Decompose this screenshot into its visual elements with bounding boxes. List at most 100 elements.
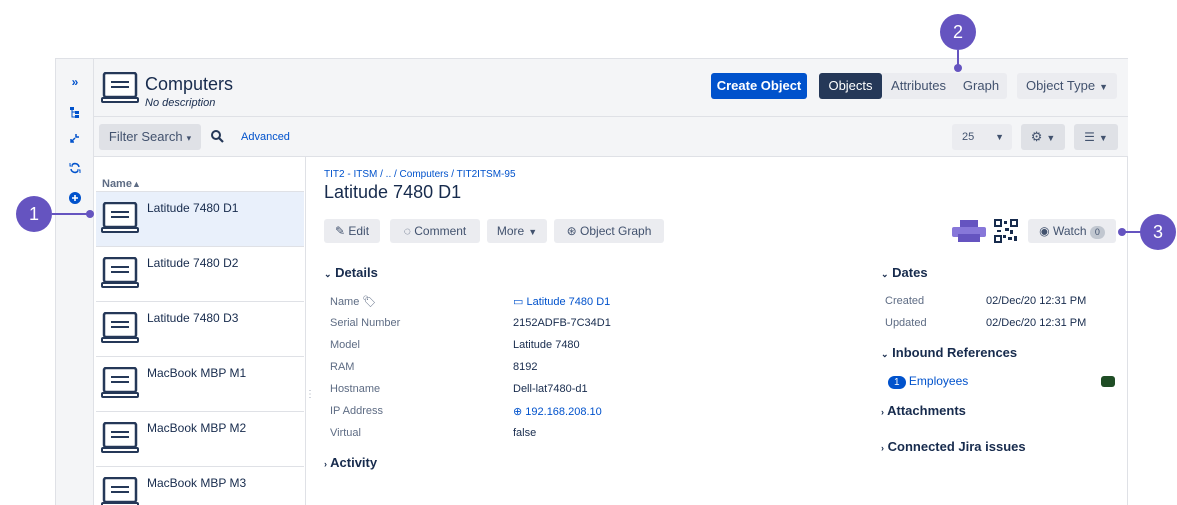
create-object-button[interactable]: Create Object xyxy=(711,73,807,99)
list-header[interactable]: Name▲ xyxy=(102,178,141,190)
edit-button[interactable]: ✎ Edit xyxy=(324,219,380,243)
chevron-down-icon: ▼ xyxy=(1099,82,1109,92)
breadcrumb[interactable]: TIT2 - ITSM / .. / Computers / TIT2ITSM-… xyxy=(324,169,516,180)
watch-button[interactable]: ◉ Watch 0 xyxy=(1028,219,1116,243)
name-label: Name xyxy=(330,296,360,308)
inbound-reference-link[interactable]: 1 Employees xyxy=(888,374,968,389)
columns-icon: ☰ xyxy=(1084,130,1095,144)
watch-count-badge: 0 xyxy=(1089,226,1105,239)
settings-dropdown[interactable]: ⚙ ▼ xyxy=(1021,124,1065,150)
attachments-section-toggle[interactable]: › Attachments xyxy=(881,403,966,418)
advanced-search-link[interactable]: Advanced xyxy=(241,131,290,143)
jira-section-toggle[interactable]: › Connected Jira issues xyxy=(881,439,1026,454)
ip-value: 192.168.208.10 xyxy=(525,406,602,418)
callout-3: 3 xyxy=(1140,214,1176,250)
field-value: Latitude 7480 xyxy=(513,339,580,351)
inbound-section-toggle[interactable]: ⌄ Inbound References xyxy=(881,345,1017,360)
list-item-label: Latitude 7480 D2 xyxy=(147,256,239,270)
inbound-label: Employees xyxy=(908,374,969,388)
search-icon[interactable] xyxy=(211,130,224,143)
callout-2: 2 xyxy=(940,14,976,50)
details-section-toggle[interactable]: ⌄ Details xyxy=(324,265,378,280)
tab-objects[interactable]: Objects xyxy=(819,73,882,99)
object-type-dropdown[interactable]: Object Type ▼ xyxy=(1017,73,1117,99)
screen: 1 2 3 » Computers No description Create … xyxy=(0,0,1177,505)
list-item-label: MacBook MBP M2 xyxy=(147,421,247,435)
name-value: Latitude 7480 D1 xyxy=(526,296,611,308)
gear-icon: ⚙ xyxy=(1030,129,1043,144)
dates-section-toggle[interactable]: ⌄ Dates xyxy=(881,265,928,280)
collapse-icon[interactable] xyxy=(66,131,84,149)
computer-icon xyxy=(101,422,139,453)
refresh-icon[interactable] xyxy=(66,161,84,179)
field-label: Serial Number xyxy=(330,317,401,329)
watch-label: Watch xyxy=(1052,224,1087,238)
expand-icon[interactable]: » xyxy=(66,73,84,91)
add-icon[interactable] xyxy=(66,191,84,209)
printer-icon[interactable] xyxy=(952,220,986,242)
created-label: Created xyxy=(885,295,925,307)
tab-graph[interactable]: Graph xyxy=(955,73,1007,99)
filter-search-dropdown[interactable]: Filter Search ▾ xyxy=(99,124,201,150)
field-value[interactable]: ⊕ 192.168.208.10 xyxy=(513,405,602,418)
page-title: Computers xyxy=(145,74,234,94)
list-item[interactable]: MacBook MBP M2 xyxy=(96,411,304,466)
more-label: More xyxy=(496,224,525,238)
object-graph-button[interactable]: ⊛ Object Graph xyxy=(554,219,664,243)
list-header-label: Name xyxy=(102,178,132,190)
callout-1-pin xyxy=(86,210,94,218)
field-value: 8192 xyxy=(513,361,538,373)
chevron-down-icon: ⌄ xyxy=(881,269,889,279)
left-rail: » xyxy=(56,59,94,505)
field-value: 2152ADFB-7C34D1 xyxy=(513,317,611,329)
list-item-label: MacBook MBP M1 xyxy=(147,366,247,380)
computer-icon xyxy=(101,72,139,103)
list-item[interactable]: MacBook MBP M1 xyxy=(96,356,304,411)
reference-color-swatch xyxy=(1101,376,1115,387)
page-size-value: 25 xyxy=(962,131,975,143)
attachments-heading: Attachments xyxy=(887,403,966,418)
comment-icon: ◌ xyxy=(403,224,411,238)
computer-icon xyxy=(101,257,139,288)
comment-button[interactable]: ◌ Comment xyxy=(390,219,480,243)
view-options-dropdown[interactable]: ☰ ▼ xyxy=(1074,124,1118,150)
page-size-select[interactable]: 25 ▼ xyxy=(952,124,1012,150)
created-value: 02/Dec/20 12:31 PM xyxy=(986,295,1087,307)
field-label: Virtual xyxy=(330,427,361,439)
chevron-right-icon: › xyxy=(881,443,884,453)
list-item[interactable]: Latitude 7480 D2 xyxy=(96,246,304,301)
activity-section-toggle[interactable]: › Activity xyxy=(324,455,377,470)
network-icon: ⊕ xyxy=(513,406,523,418)
callout-1: 1 xyxy=(16,196,52,232)
comment-label: Comment xyxy=(414,224,467,238)
object-graph-label: Object Graph xyxy=(580,224,652,238)
jira-heading: Connected Jira issues xyxy=(887,439,1026,454)
field-label: IP Address xyxy=(330,405,383,417)
chevron-right-icon: › xyxy=(881,407,884,417)
tab-attributes[interactable]: Attributes xyxy=(882,73,955,99)
object-list: Name▲ Latitude 7480 D1 Latitude 7480 D2 … xyxy=(94,157,315,505)
caret-down-icon: ▾ xyxy=(186,133,192,143)
list-item[interactable]: MacBook MBP M3 xyxy=(96,466,304,505)
list-item[interactable]: Latitude 7480 D3 xyxy=(96,301,304,356)
qr-code-icon[interactable] xyxy=(994,219,1018,243)
page-description: No description xyxy=(145,97,216,109)
computer-icon xyxy=(101,477,139,505)
object-detail: TIT2 - ITSM / .. / Computers / TIT2ITSM-… xyxy=(306,157,1128,505)
tree-icon[interactable] xyxy=(66,105,84,123)
callout-1-line xyxy=(52,213,90,215)
field-value[interactable]: ▭ Latitude 7480 D1 xyxy=(513,295,610,308)
field-label: Name 🏷 xyxy=(330,295,376,308)
activity-heading: Activity xyxy=(330,455,378,470)
tag-icon: 🏷 xyxy=(362,296,377,308)
graph-icon: ⊛ xyxy=(566,224,577,238)
list-item-label: MacBook MBP M3 xyxy=(147,476,247,490)
field-value: false xyxy=(513,427,537,439)
computer-icon xyxy=(101,202,139,233)
inbound-heading: Inbound References xyxy=(892,345,1018,360)
updated-label: Updated xyxy=(885,317,927,329)
list-item[interactable]: Latitude 7480 D1 xyxy=(96,191,304,246)
more-dropdown[interactable]: More ▼ xyxy=(487,219,547,243)
list-item-label: Latitude 7480 D1 xyxy=(147,201,239,215)
field-label: Hostname xyxy=(330,383,381,395)
